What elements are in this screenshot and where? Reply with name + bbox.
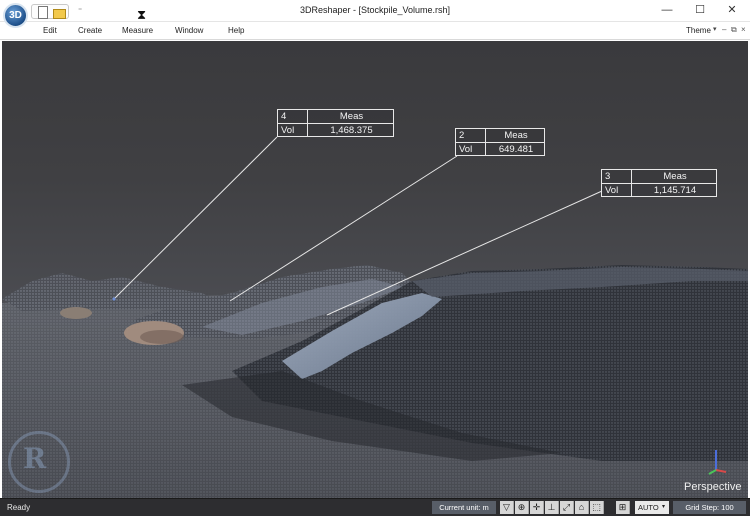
rock-center-shade [140,330,184,344]
measurement-label-2[interactable]: 2 Meas Vol 649.481 [455,128,545,156]
current-unit[interactable]: Current unit: m [432,501,496,514]
pick-point-4 [112,297,116,301]
measurement-label-4[interactable]: 4 Meas Vol 1,468.375 [277,109,394,137]
leader-line-4 [113,136,278,300]
measurement-header-row: 4 Meas [278,110,393,123]
menu-help[interactable]: Help [228,26,244,35]
status-text: Ready [7,503,31,512]
window-title: 3DReshaper - [Stockpile_Volume.rsh] [299,5,451,15]
menu-bar: Edit Create Measure Window Help Theme ▾ … [0,22,750,40]
menu-edit[interactable]: Edit [43,26,57,35]
measurement-id: 2 [456,129,486,142]
mdi-close-button[interactable]: × [741,25,746,34]
measurement-value-row: Vol 1,145.714 [602,183,716,197]
measurement-label-3[interactable]: 3 Meas Vol 1,145.714 [601,169,717,197]
filter-tool-icon[interactable]: ▽ [500,501,514,514]
measurement-id: 3 [602,170,632,183]
maximize-button[interactable]: ☐ [688,2,712,19]
view-mode-label: Perspective [684,481,742,493]
close-button[interactable]: ✕ [720,2,744,19]
pan-tool-icon[interactable]: ✛ [530,501,544,514]
measurement-label: Vol [278,124,308,137]
measurement-value: 649.481 [498,144,534,155]
measurement-value: 1,468.375 [330,125,373,136]
grid-mode-select[interactable]: AUTO ▾ [635,501,669,514]
status-bar: Ready Current unit: m ▽ ⊕ ✛ ⊥ ⤢ ⌂ ⬚ ⊞ AU… [0,498,750,516]
measurement-header: Meas [339,111,364,122]
title-bar: 3D ⁼ ⧗ 3DReshaper - [Stockpile_Volume.rs… [0,0,750,28]
rotate-tool-icon[interactable]: ⤢ [560,501,574,514]
home-view-icon[interactable]: ⌂ [575,501,589,514]
measurement-label: Vol [456,143,486,156]
rock-left [60,307,92,319]
minimize-button[interactable]: — [655,2,679,19]
mdi-restore-button[interactable]: ⧉ [731,25,737,35]
watermark-logo: R [8,431,70,493]
app-logo[interactable]: 3D [3,3,28,28]
3d-viewport[interactable]: 4 Meas Vol 1,468.375 2 Meas Vol 649.481 … [2,41,748,498]
measurement-header-row: 3 Meas [602,170,716,183]
measurement-header: Meas [504,130,528,141]
menu-measure[interactable]: Measure [122,26,153,35]
grid-mode-value: AUTO [638,503,659,512]
select-box-icon[interactable]: ⬚ [590,501,604,514]
chevron-down-icon: ▾ [662,504,666,510]
measurement-header: Meas [663,171,687,182]
anchor-tool-icon[interactable]: ⊥ [545,501,559,514]
zoom-tool-icon[interactable]: ⊕ [515,501,529,514]
measurement-label: Vol [602,184,632,197]
grid-icon[interactable]: ⊞ [616,501,630,514]
measurement-header-row: 2 Meas [456,129,544,142]
axis-gizmo-icon [708,450,727,475]
measurement-value-row: Vol 649.481 [456,142,544,156]
chevron-down-icon[interactable]: ▾ [713,25,717,33]
menu-window[interactable]: Window [175,26,203,35]
mdi-minimize-button[interactable]: – [722,25,726,34]
measurement-value-row: Vol 1,468.375 [278,123,393,137]
watermark-glyph: R [23,442,47,475]
measurement-id: 4 [278,110,308,123]
menu-create[interactable]: Create [78,26,102,35]
measurement-value: 1,145.714 [653,185,697,196]
grid-step: Grid Step: 100 [673,501,746,514]
theme-menu[interactable]: Theme [686,26,711,35]
